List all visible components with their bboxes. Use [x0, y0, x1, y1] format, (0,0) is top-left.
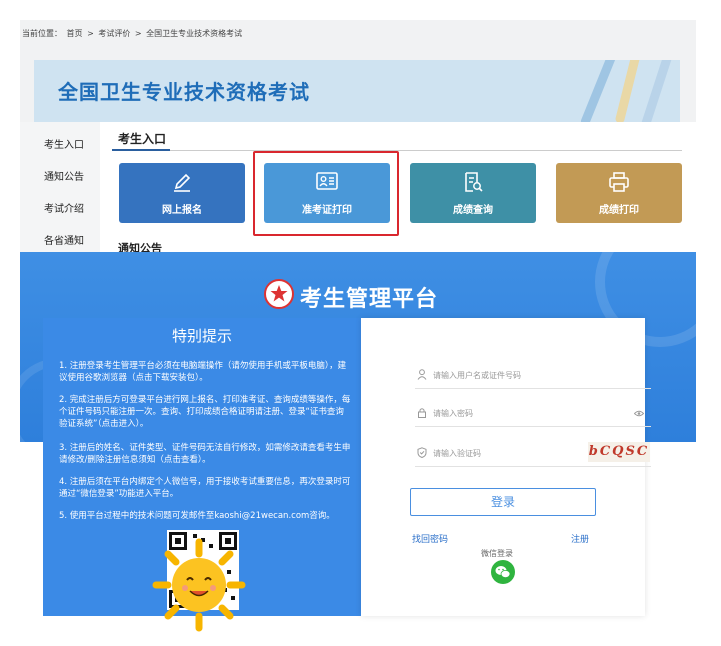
lock-icon	[418, 408, 426, 418]
score-query-button[interactable]: 成绩查询	[410, 163, 536, 223]
platform-title: 考生管理平台	[300, 287, 439, 312]
banner: 全国卫生专业技术资格考试	[34, 60, 680, 122]
breadcrumb: 当前位置： 首页 > 考试评价 > 全国卫生专业技术资格考试	[22, 28, 244, 39]
nav-item-exam-intro[interactable]: 考试介绍	[44, 200, 84, 215]
user-icon	[417, 369, 427, 380]
pencil-icon	[174, 173, 191, 192]
login-button[interactable]: 登录	[410, 488, 596, 516]
breadcrumb-separator: >	[87, 29, 94, 38]
score-print-button[interactable]: 成绩打印	[556, 163, 682, 223]
wechat-login-button[interactable]	[491, 560, 515, 584]
wechat-login-label: 微信登录	[481, 549, 513, 558]
notice-item: 5. 使用平台过程中的技术问题可发邮件至kaoshi@21wecan.com咨询…	[59, 511, 335, 521]
banner-decoration-pencil	[614, 60, 643, 122]
breadcrumb-exam-eval-link[interactable]: 考试评价	[98, 29, 130, 38]
notice-title: 特别提示	[171, 327, 232, 345]
username-field[interactable]: 请输入用户名或证件号码	[415, 362, 651, 389]
captcha-placeholder: 请输入验证码	[433, 449, 481, 458]
notice-item: 1. 注册登录考生管理平台必须在电脑端操作（请勿使用手机或平板电脑），建议使用谷…	[59, 361, 347, 383]
nav-item-province-notices[interactable]: 各省通知	[44, 232, 84, 247]
notice-item: 3. 注册后的姓名、证件类型、证件号码无法自行修改，如需修改请查看考生申请修改/…	[59, 443, 351, 465]
printer-icon	[609, 172, 629, 192]
document-search-icon	[465, 172, 483, 192]
notice-item: 2. 完成注册后方可登录平台进行网上报名、打印准考证、查询成绩等操作，每个证件号…	[59, 395, 351, 429]
tab-active-indicator	[112, 149, 170, 151]
breadcrumb-separator: >	[134, 29, 142, 38]
tab-candidate-entry[interactable]: 考生入口	[118, 130, 166, 147]
platform-logo	[264, 279, 294, 309]
online-registration-button[interactable]: 网上报名	[119, 163, 245, 223]
password-field[interactable]: 请输入密码	[415, 400, 651, 427]
annotation-highlight-box	[253, 151, 399, 236]
sun-mascot-icon	[152, 538, 246, 632]
forgot-password-link[interactable]: 找回密码	[412, 532, 448, 545]
username-placeholder: 请输入用户名或证件号码	[433, 371, 521, 380]
nav-item-notices[interactable]: 通知公告	[44, 168, 84, 183]
eye-icon[interactable]	[634, 410, 644, 417]
breadcrumb-prefix: 当前位置：	[22, 29, 62, 38]
password-placeholder: 请输入密码	[433, 409, 473, 418]
left-nav: 考生入口 通知公告 考试介绍 各省通知	[20, 122, 100, 252]
banner-title: 全国卫生专业技术资格考试	[58, 80, 310, 104]
notice-item: 4. 注册后须在平台内绑定个人微信号，用于接收考试重要信息，再次登录时可通过“微…	[59, 477, 351, 499]
captcha-field[interactable]: 请输入验证码 bCQSC	[415, 440, 651, 467]
wechat-icon	[495, 566, 511, 578]
tile-label: 成绩打印	[599, 205, 639, 216]
banner-decoration-pencil	[579, 60, 618, 122]
breadcrumb-home-link[interactable]: 首页	[67, 29, 83, 38]
tile-label: 网上报名	[162, 205, 202, 216]
banner-decoration-pencil	[640, 60, 673, 122]
tile-label: 成绩查询	[453, 205, 493, 216]
nav-item-candidate-entry[interactable]: 考生入口	[44, 136, 84, 151]
breadcrumb-current: 全国卫生专业技术资格考试	[146, 29, 243, 38]
register-link[interactable]: 注册	[571, 532, 589, 545]
shield-icon	[417, 447, 427, 458]
captcha-image[interactable]: bCQSC	[588, 442, 650, 462]
star-emblem-icon	[270, 285, 288, 302]
